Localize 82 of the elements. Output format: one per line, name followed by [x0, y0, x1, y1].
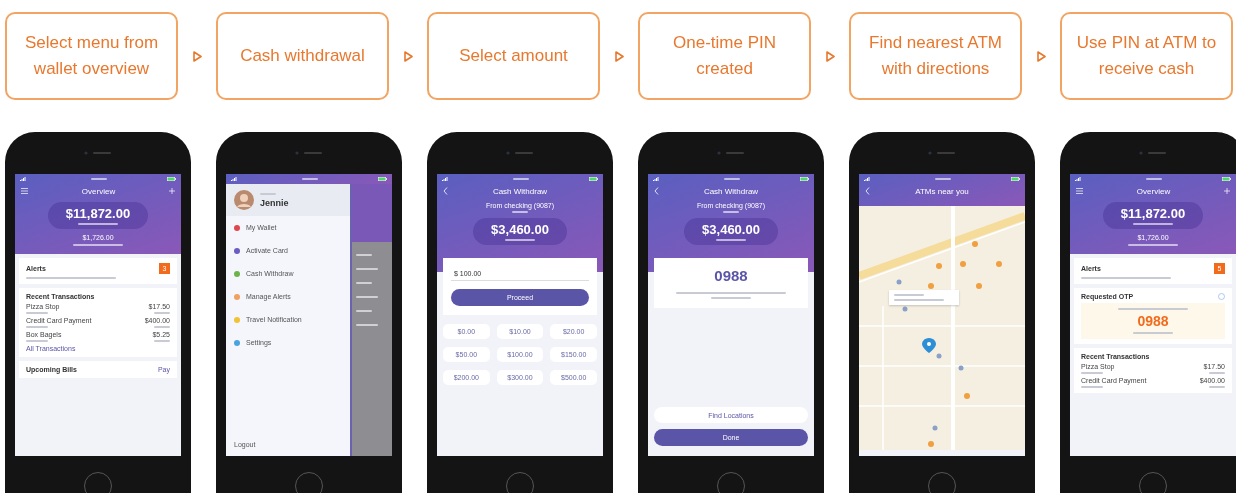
- blurred-text-line: [1118, 308, 1188, 310]
- blurred-text-line: [1081, 386, 1103, 388]
- balance-amount: $11,872.00: [1120, 206, 1186, 221]
- blurred-text-line: [356, 296, 378, 298]
- blurred-text-line: [73, 244, 123, 246]
- screen-title: Cash Withdraw: [703, 186, 759, 196]
- earpiece-drawing: [83, 151, 113, 155]
- back-icon[interactable]: [865, 187, 870, 195]
- blurred-text-line: [894, 299, 944, 301]
- blurred-text-line: [723, 178, 740, 180]
- earpiece-drawing: [294, 151, 324, 155]
- balance-amount: $11,872.00: [65, 206, 131, 221]
- blurred-text-line: [356, 310, 372, 312]
- back-icon[interactable]: [654, 187, 659, 195]
- battery-icon: [589, 177, 598, 181]
- dimmed-header: [352, 184, 392, 242]
- blurred-text-line: [356, 282, 372, 284]
- screen-title: Cash Withdraw: [492, 186, 548, 196]
- blurred-text-line: [1133, 332, 1173, 334]
- blurred-text-line: [356, 268, 378, 270]
- earpiece-drawing: [716, 151, 746, 155]
- screen-title: ATMs near you: [915, 186, 969, 196]
- step-label: Cash withdrawal: [216, 12, 389, 100]
- screen-title: Overview: [1136, 186, 1171, 196]
- plus-icon[interactable]: [169, 188, 175, 194]
- back-icon[interactable]: [443, 187, 448, 195]
- blurred-text-line: [26, 326, 48, 328]
- blurred-text-line: [301, 178, 318, 180]
- blurred-text-line: [356, 254, 372, 256]
- step-label: One-time PIN created: [638, 12, 811, 100]
- earpiece-drawing: [927, 151, 957, 155]
- blurred-text-line: [1128, 244, 1178, 246]
- blurred-text-line: [894, 294, 924, 296]
- blurred-text-line: [1209, 372, 1225, 374]
- balance-amount: $3,460.00: [491, 222, 549, 237]
- plus-icon[interactable]: [1224, 188, 1230, 194]
- blurred-text-line: [154, 340, 170, 342]
- blurred-text-line: [90, 178, 107, 180]
- menu-icon[interactable]: [21, 188, 28, 194]
- blurred-text-line: [26, 340, 48, 342]
- battery-icon: [1222, 177, 1231, 181]
- blurred-text-line: [356, 324, 378, 326]
- screen-title: Overview: [81, 186, 116, 196]
- blurred-text-line: [1133, 223, 1173, 225]
- blurred-text-line: [711, 297, 751, 299]
- arrow-icon: [192, 50, 202, 62]
- info-icon[interactable]: [1218, 293, 1225, 300]
- earpiece-drawing: [1138, 151, 1168, 155]
- earpiece-drawing: [505, 151, 535, 155]
- balance-amount: $3,460.00: [702, 222, 760, 237]
- battery-icon: [378, 177, 387, 181]
- blurred-text-line: [78, 223, 118, 225]
- blurred-text-line: [723, 211, 739, 213]
- battery-icon: [800, 177, 809, 181]
- pin-code: 0988: [713, 267, 749, 284]
- avatar-icon: [234, 190, 254, 210]
- menu-icon[interactable]: [1076, 188, 1083, 194]
- blurred-text-line: [1209, 386, 1225, 388]
- otp-code: 0988: [1137, 313, 1169, 329]
- blurred-text-line: [716, 239, 746, 241]
- blurred-text-line: [934, 178, 951, 180]
- battery-icon: [167, 177, 176, 181]
- blurred-text-line: [154, 312, 170, 314]
- user-name: Jennie: [260, 197, 289, 208]
- blurred-text-line: [512, 178, 529, 180]
- blurred-text-line: [1145, 178, 1162, 180]
- arrow-icon: [1036, 50, 1046, 62]
- arrow-icon: [403, 50, 413, 62]
- arrow-icon: [614, 50, 624, 62]
- arrow-icon: [825, 50, 835, 62]
- blurred-text-line: [1081, 372, 1103, 374]
- blurred-text-line: [505, 239, 535, 241]
- step-label: Find nearest ATM with directions: [849, 12, 1022, 100]
- step-label: Select amount: [427, 12, 600, 100]
- blurred-text-line: [26, 312, 48, 314]
- blurred-text-line: [154, 326, 170, 328]
- step-label: Use PIN at ATM to receive cash: [1060, 12, 1233, 100]
- step-label: Select menu from wallet overview: [5, 12, 178, 100]
- blurred-text-line: [260, 192, 276, 195]
- atm-callout[interactable]: [889, 290, 959, 305]
- blurred-text-line: [512, 211, 528, 213]
- battery-icon: [1011, 177, 1020, 181]
